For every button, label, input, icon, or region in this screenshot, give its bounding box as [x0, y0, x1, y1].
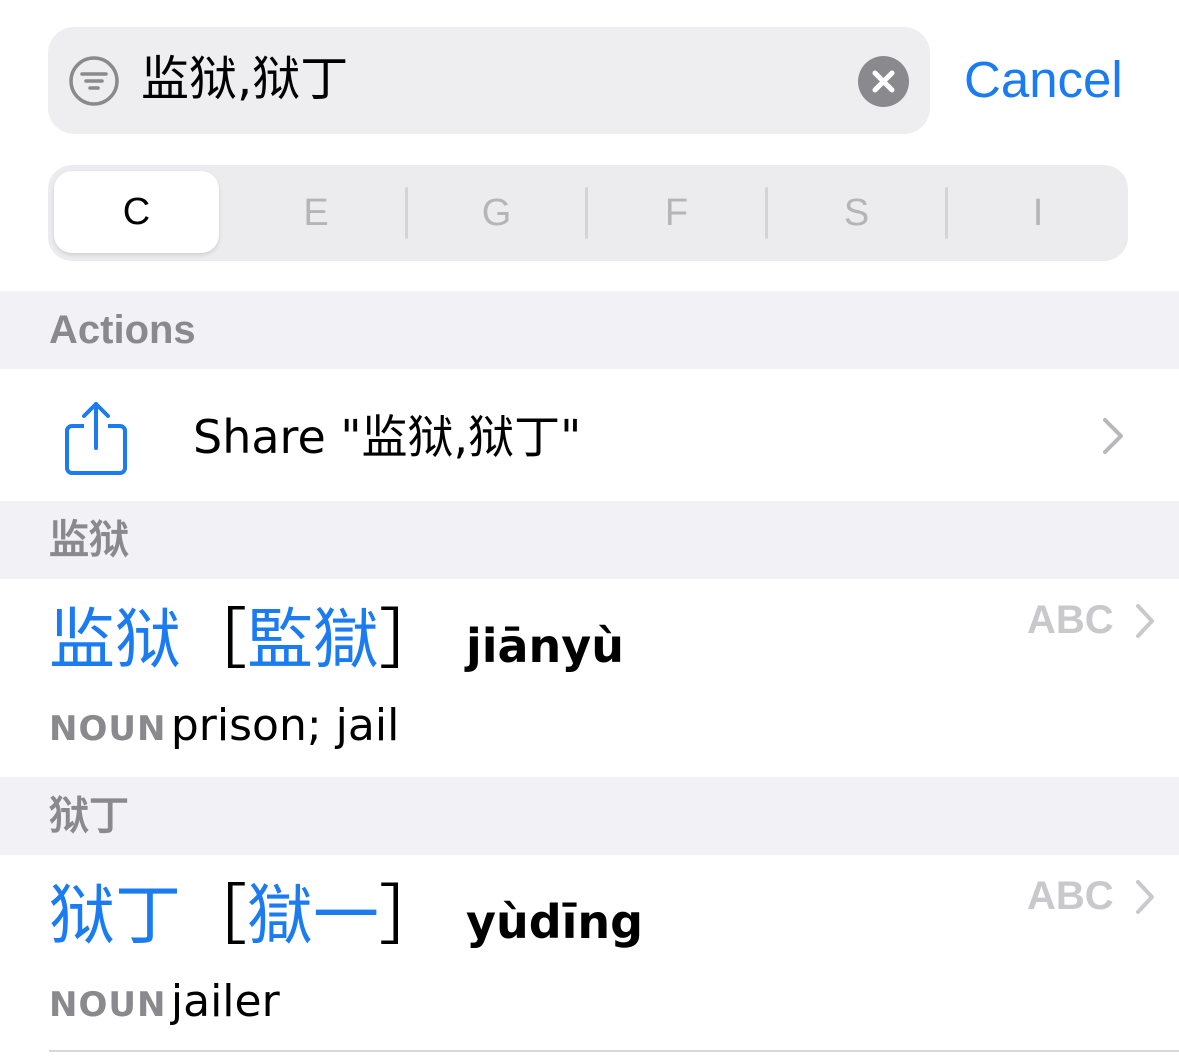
section-title: Actions [49, 308, 196, 352]
section-header-actions: Actions [0, 291, 1179, 369]
bracket-open: ［ [181, 877, 247, 954]
segment-c[interactable]: C [54, 171, 219, 253]
bracket-close: ］ [379, 601, 445, 678]
entry-headword: 监狱［監獄］ jiānyù [49, 600, 624, 680]
segment-s[interactable]: S [768, 165, 945, 261]
segment-i[interactable]: I [948, 165, 1128, 261]
section-header-entry: 监狱 [0, 501, 1179, 579]
bracket-close: ］ [379, 877, 445, 954]
simplified-hanzi: 监狱 [49, 601, 181, 678]
definition-line: NOUN prison; jail [49, 698, 399, 754]
share-label[interactable]: Share "监狱,狱丁" [193, 408, 581, 466]
section-header-entry: 狱丁 [0, 777, 1179, 855]
cancel-button[interactable]: Cancel [964, 48, 1123, 112]
gloss: prison; jail [170, 700, 400, 751]
bracket-open: ［ [181, 601, 247, 678]
segment-f[interactable]: F [588, 165, 765, 261]
segment-e[interactable]: E [228, 165, 404, 261]
definition-line: NOUN jailer [49, 974, 280, 1030]
chevron-right-icon[interactable] [1134, 603, 1156, 639]
traditional-hanzi: 獄一 [247, 877, 379, 954]
entry-headword: 狱丁［獄一］ yùdīng [49, 876, 643, 956]
chevron-right-icon[interactable] [1134, 879, 1156, 915]
pinyin: yùdīng [465, 895, 644, 949]
share-row[interactable] [0, 369, 1179, 501]
clear-icon[interactable] [858, 56, 909, 107]
share-icon [65, 402, 127, 475]
part-of-speech: NOUN [49, 985, 167, 1025]
section-title: 监狱 [49, 517, 129, 563]
part-of-speech: NOUN [49, 709, 167, 749]
abc-badge: ABC [1027, 874, 1114, 918]
abc-badge: ABC [1027, 598, 1114, 642]
chevron-right-icon[interactable] [1100, 416, 1126, 456]
simplified-hanzi: 狱丁 [49, 877, 181, 954]
gloss: jailer [170, 976, 280, 1027]
row-separator [49, 1050, 1179, 1052]
pinyin: jiānyù [465, 619, 625, 673]
traditional-hanzi: 監獄 [247, 601, 379, 678]
search-field[interactable]: 监狱,狱丁 [48, 27, 930, 134]
segment-g[interactable]: G [408, 165, 585, 261]
search-input[interactable]: 监狱,狱丁 [141, 49, 348, 109]
filter-icon[interactable] [68, 55, 120, 107]
dictionary-segmented-control: C E G F S I [48, 165, 1128, 261]
section-title: 狱丁 [49, 793, 129, 839]
